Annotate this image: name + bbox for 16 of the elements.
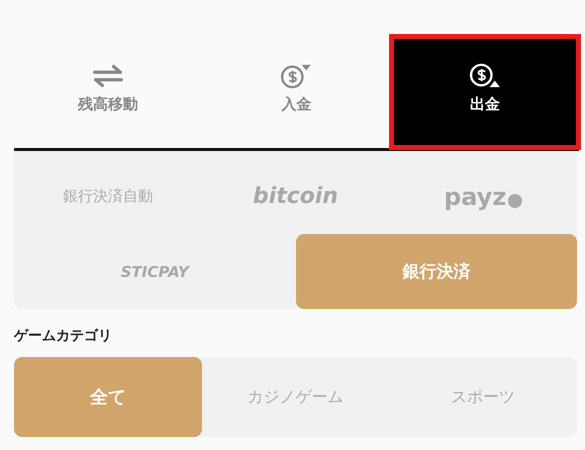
payment-option[interactable]: 銀行決済自動: [14, 159, 202, 234]
tab[interactable]: 残高移動: [14, 36, 202, 148]
dollar-coin-icon: [468, 62, 502, 88]
payment-option[interactable]: 銀行決済: [296, 234, 577, 309]
payment-option[interactable]: payz: [389, 159, 577, 234]
dot-icon: [508, 194, 522, 208]
tab[interactable]: 入金: [202, 36, 391, 148]
payment-option[interactable]: bitcoin: [202, 159, 390, 234]
category-option[interactable]: 全て: [14, 357, 202, 437]
payment-option[interactable]: STICPAY: [14, 234, 296, 309]
dollar-coin-icon: [279, 62, 314, 88]
category-option[interactable]: スポーツ: [389, 357, 577, 437]
transfer-icon: [91, 62, 126, 88]
section-title: ゲームカテゴリ: [14, 327, 113, 345]
tab[interactable]: 出金: [390, 36, 579, 148]
category-option[interactable]: カジノゲーム: [202, 357, 390, 437]
